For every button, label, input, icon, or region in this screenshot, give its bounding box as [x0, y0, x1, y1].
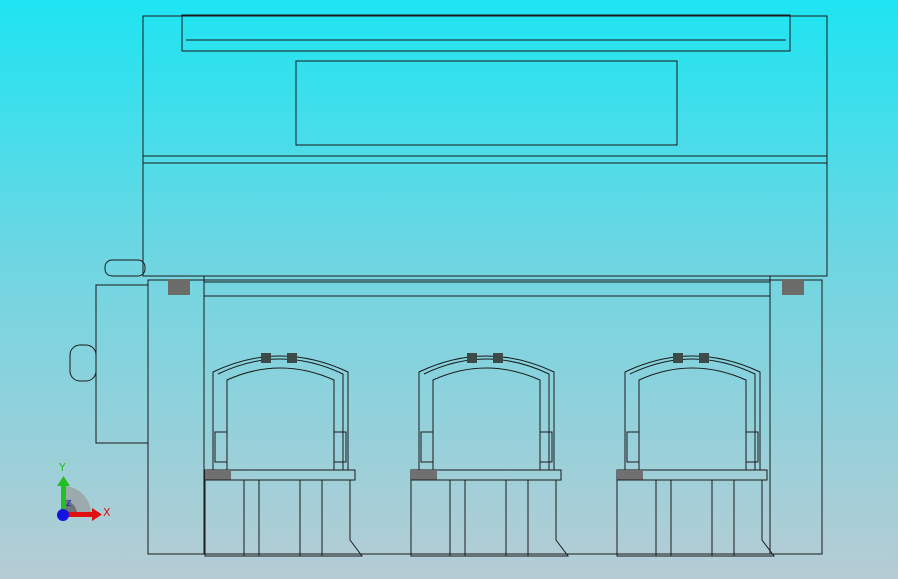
- z-axis-marker: [57, 509, 69, 521]
- lower-body: [147, 275, 823, 555]
- axis-triad[interactable]: Y X Z: [57, 461, 111, 521]
- terminal-pocket-1: [204, 352, 363, 557]
- y-axis-label: Y: [58, 461, 66, 474]
- side-connector: [69, 259, 149, 444]
- cad-viewport[interactable]: Y X Z: [0, 0, 898, 579]
- upper-housing: [142, 14, 828, 277]
- z-axis-label: Z: [66, 499, 72, 508]
- terminal-pocket-2: [410, 352, 569, 557]
- x-axis-label: X: [103, 506, 111, 519]
- display-window: [295, 60, 678, 146]
- terminal-pocket-3: [616, 352, 775, 557]
- model-view: Y X Z: [57, 14, 828, 557]
